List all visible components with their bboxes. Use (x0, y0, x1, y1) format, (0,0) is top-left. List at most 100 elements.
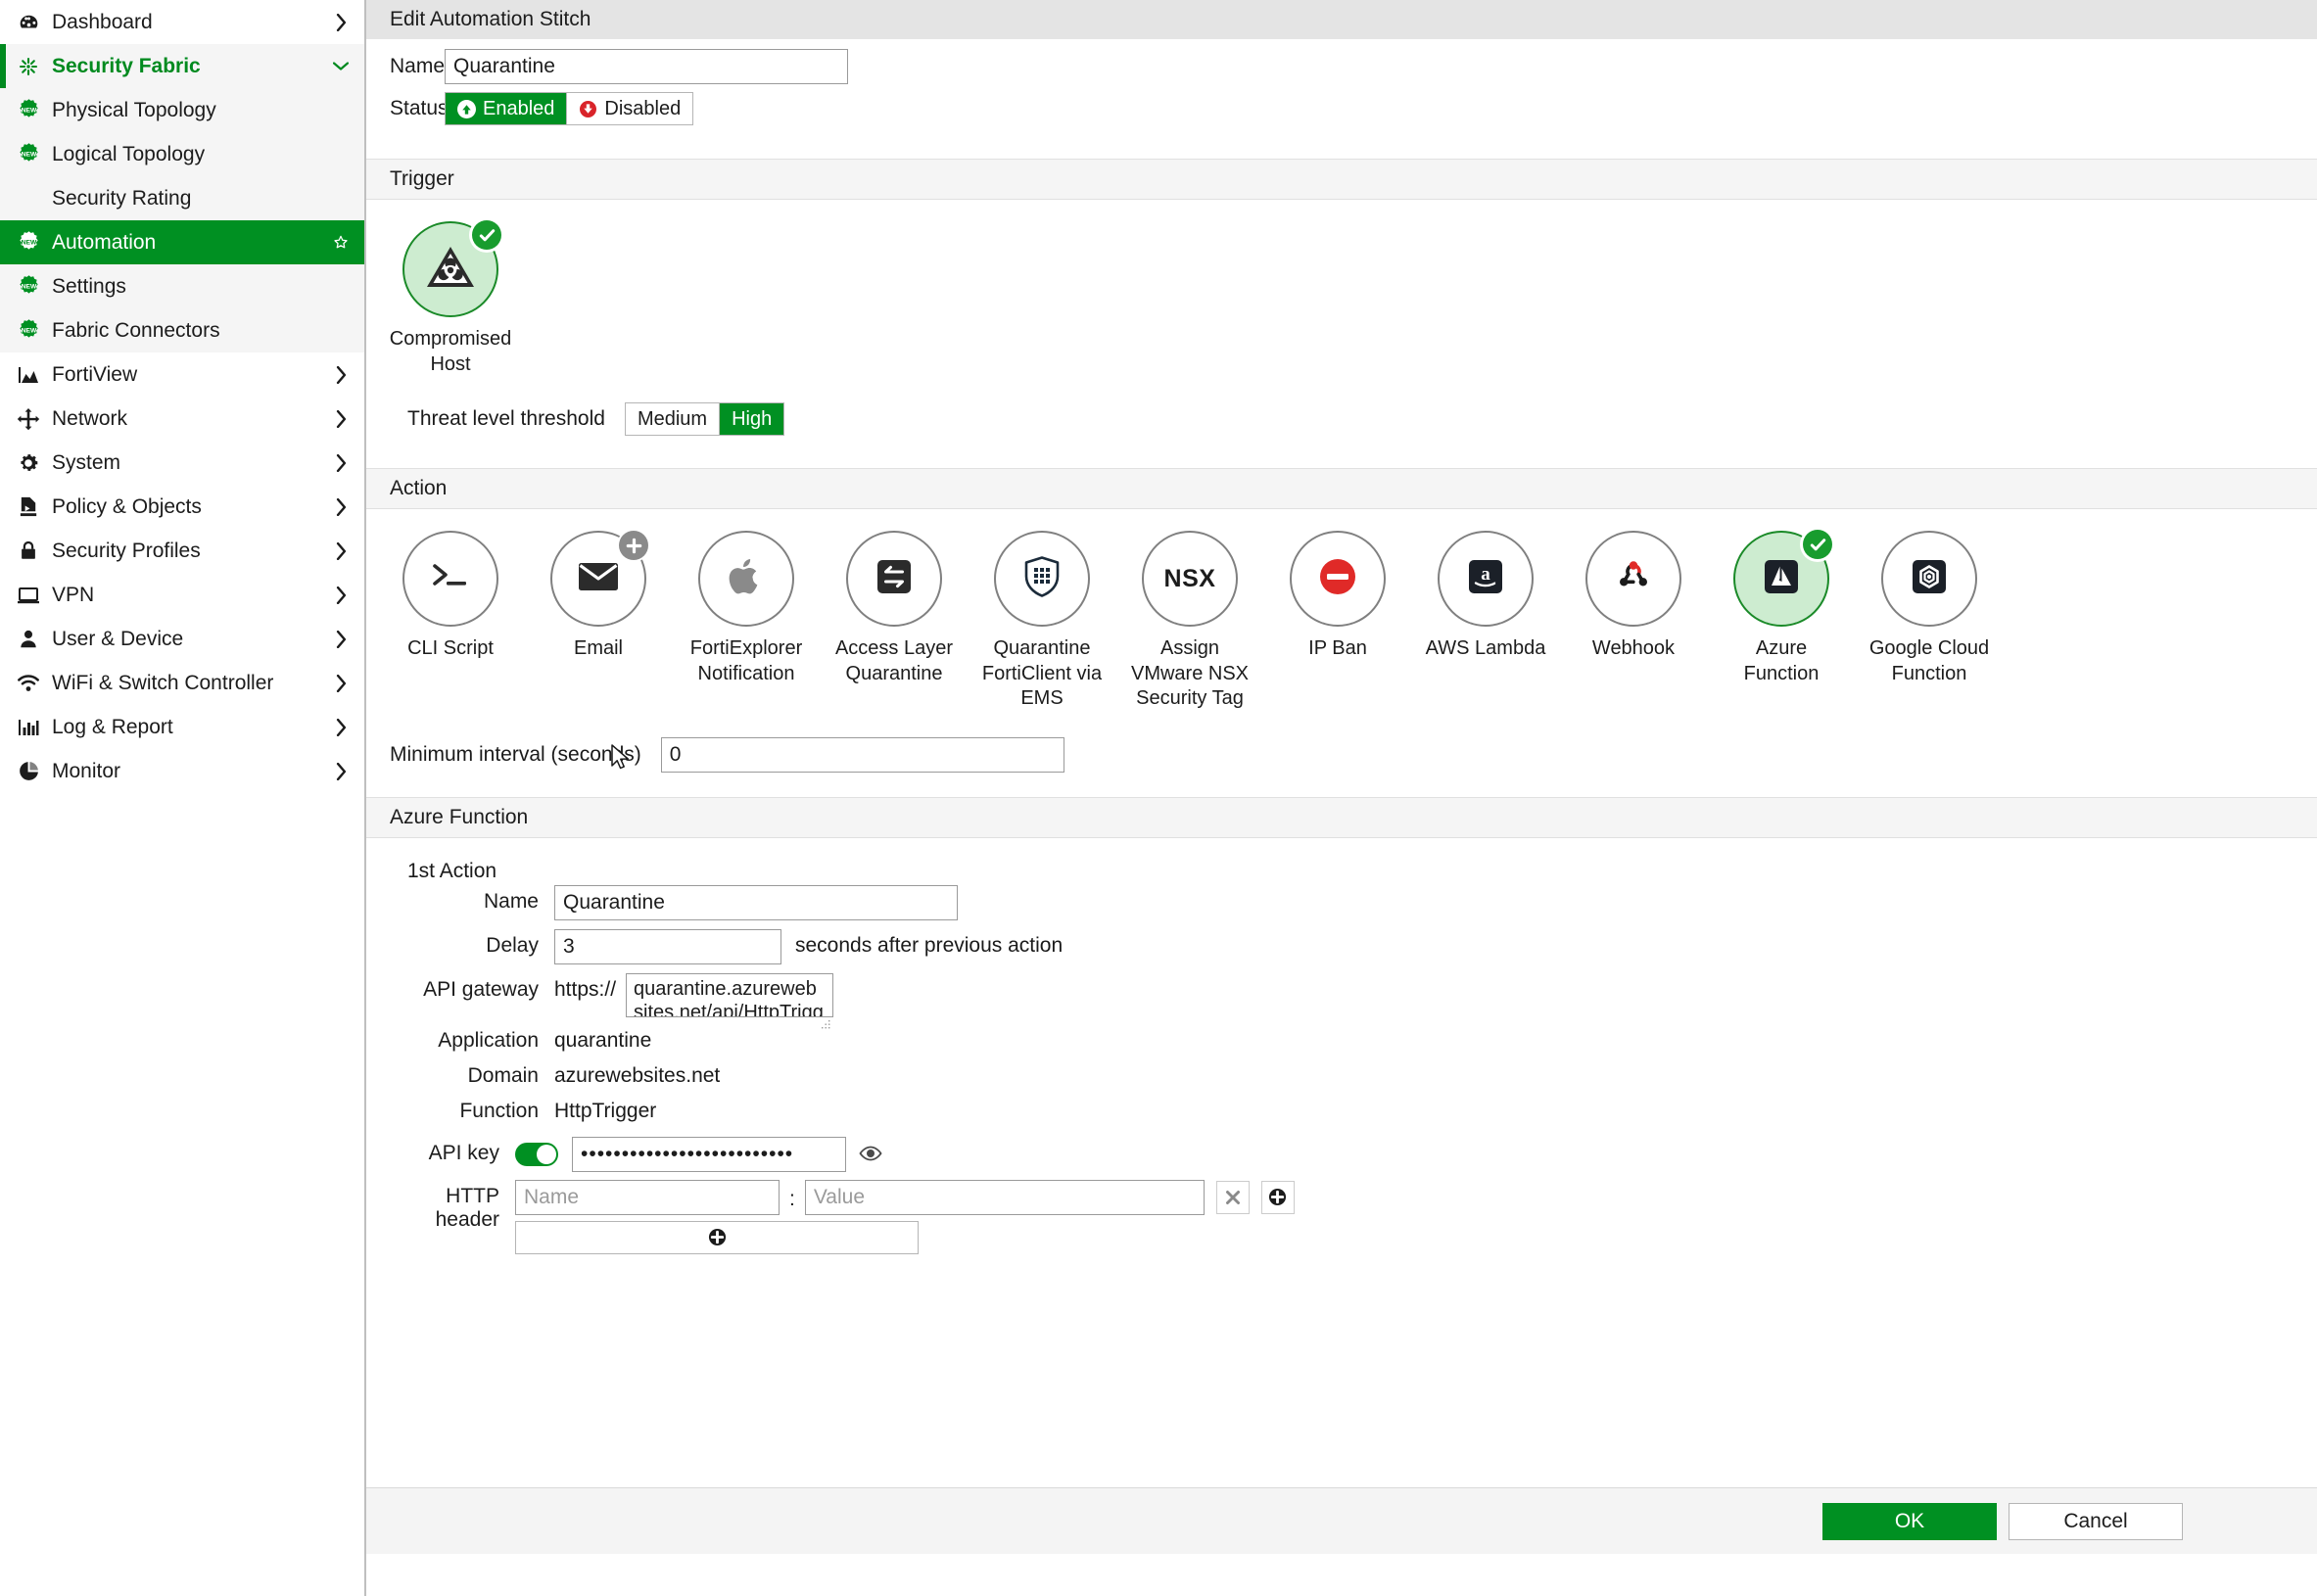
chevron-right-icon (333, 497, 349, 516)
sidebar-item-fabric-connectors[interactable]: NEW Fabric Connectors (0, 308, 364, 352)
sidebar-item-security-profiles[interactable]: Security Profiles (0, 529, 364, 573)
action-tile-label: Assign VMware NSX Security Tag (1130, 637, 1250, 710)
trigger-section-header: Trigger (366, 159, 2317, 200)
trigger-tile-compromised-host[interactable]: Compromised Host (389, 217, 512, 377)
sidebar-item-user-device[interactable]: User & Device (0, 617, 364, 661)
azure-domain-label: Domain (467, 1063, 539, 1087)
azure-api-gateway-textarea[interactable]: quarantine.azurewebsites.net/api/HttpTri… (626, 972, 834, 1017)
show-password-eye-icon[interactable] (858, 1143, 883, 1164)
http-header-value-input[interactable] (804, 1179, 1205, 1215)
sidebar-item-security-fabric[interactable]: Security Fabric (0, 44, 364, 88)
azure-delay-input[interactable] (554, 928, 781, 964)
action-tile-azure-function[interactable]: Azure Function (1721, 527, 1842, 686)
action-tile-circle (1585, 531, 1681, 628)
sidebar-item-system[interactable]: System (0, 441, 364, 485)
sidebar-item-label: Dashboard (52, 10, 153, 33)
sidebar-item-dashboard[interactable]: Dashboard (0, 0, 364, 44)
action-tile-email[interactable]: Email (538, 529, 659, 662)
edit-automation-stitch-dialog: Edit Automation Stitch Name Status Enabl… (366, 0, 2317, 1596)
sidebar-item-logical-topology[interactable]: NEW Logical Topology (0, 132, 364, 176)
action-tile-circle: a (1438, 531, 1534, 628)
svg-text:NEW: NEW (21, 108, 36, 115)
azure-function-value: HttpTrigger (554, 1099, 657, 1122)
sidebar-item-log-report[interactable]: Log & Report (0, 705, 364, 749)
sidebar-item-wifi-switch-controller[interactable]: WiFi & Switch Controller (0, 661, 364, 705)
add-http-header-button[interactable] (1260, 1180, 1295, 1214)
status-disabled-label: Disabled (604, 97, 682, 119)
action-tile-assign-vmware-nsx-security-tag[interactable]: NSX Assign VMware NSX Security Tag (1129, 531, 1251, 712)
sidebar-item-security-rating[interactable]: Security Rating (0, 176, 364, 220)
http-header-name-input[interactable] (515, 1179, 780, 1215)
chevron-right-icon (333, 762, 349, 780)
threat-level-threshold-row: Threat level threshold Medium High (366, 402, 2317, 437)
action-tile-cli-script[interactable]: CLI Script (390, 531, 511, 662)
action-tile-aws-lambda[interactable]: a AWS Lambda (1425, 531, 1546, 662)
threshold-option-medium[interactable]: Medium (625, 403, 721, 436)
action-selected-check-icon (1800, 527, 1835, 563)
api-key-toggle[interactable] (515, 1142, 558, 1166)
action-tile-circle (402, 531, 498, 628)
azure-function-section-header: Azure Function (366, 796, 2317, 838)
sidebar-item-monitor[interactable]: Monitor (0, 749, 364, 793)
azure-name-label: Name (483, 889, 539, 913)
sidebar-item-fortiview[interactable]: FortiView (0, 352, 364, 397)
remove-http-header-button[interactable] (1215, 1180, 1250, 1214)
gear-icon (14, 451, 43, 475)
pie-chart-icon (14, 760, 43, 783)
action-tile-fortiexplorer-notification[interactable]: FortiExplorer Notification (686, 531, 807, 686)
cancel-button[interactable]: Cancel (2009, 1502, 2183, 1540)
chevron-right-icon (333, 630, 349, 648)
status-disabled-option[interactable]: Disabled (567, 93, 693, 124)
action-tile-circle: NSX (1142, 531, 1238, 628)
first-action-label: 1st Action (407, 859, 497, 882)
add-http-header-row-button[interactable] (515, 1220, 919, 1254)
svg-text:NEW: NEW (21, 240, 36, 247)
name-row: Name (366, 49, 2317, 84)
action-tile-access-layer-quarantine[interactable]: Access Layer Quarantine (833, 531, 955, 686)
azure-domain-value: azurewebsites.net (554, 1063, 721, 1087)
stitch-name-input[interactable] (445, 49, 848, 84)
azure-name-input[interactable] (554, 884, 958, 920)
chevron-down-icon (333, 59, 349, 74)
azure-name-row: Name (366, 884, 2317, 920)
action-add-plus-icon[interactable] (617, 529, 650, 563)
dialog-footer: OK Cancel (366, 1487, 2317, 1554)
arrow-up-circle-icon (457, 99, 476, 118)
action-tile-webhook[interactable]: Webhook (1573, 531, 1694, 662)
sidebar-item-label: Logical Topology (52, 142, 206, 165)
status-toggle-group: Enabled Disabled (445, 92, 694, 125)
azure-icon (1763, 558, 1800, 600)
sidebar-item-automation[interactable]: NEW Automation (0, 220, 364, 264)
status-enabled-option[interactable]: Enabled (446, 93, 568, 124)
sidebar-item-settings[interactable]: NEW Settings (0, 264, 364, 308)
minimum-interval-input[interactable] (660, 736, 1064, 773)
azure-api-key-input[interactable] (572, 1136, 846, 1172)
azure-domain-row: Domain azurewebsites.net (366, 1064, 2317, 1094)
status-label: Status (390, 97, 449, 119)
user-icon (14, 628, 43, 651)
sidebar-item-network[interactable]: Network (0, 397, 364, 441)
favorite-star-icon[interactable] (333, 235, 349, 251)
action-tile-google-cloud-function[interactable]: Google Cloud Function (1868, 531, 1990, 686)
new-badge-icon: NEW (14, 143, 43, 166)
action-tile-label: CLI Script (407, 637, 494, 660)
status-enabled-label: Enabled (483, 97, 555, 119)
svg-text:NEW: NEW (21, 284, 36, 291)
azure-api-gateway-scheme: https:// (554, 977, 617, 1001)
nsx-text-icon: NSX (1163, 564, 1216, 592)
sidebar-item-physical-topology[interactable]: NEW Physical Topology (0, 88, 364, 132)
action-tile-label: Azure Function (1743, 637, 1820, 684)
azure-application-value: quarantine (554, 1028, 652, 1052)
threshold-option-high[interactable]: High (720, 403, 784, 436)
trigger-tile-label: Compromised Host (389, 328, 512, 375)
ok-button[interactable]: OK (1822, 1502, 1997, 1540)
sidebar-item-policy-objects[interactable]: Policy & Objects (0, 485, 364, 529)
action-tile-ip-ban[interactable]: IP Ban (1277, 531, 1398, 662)
azure-api-gateway-row: API gateway https:// quarantine.azureweb… (366, 972, 2317, 1029)
fortiview-icon (14, 363, 43, 387)
action-section-header: Action (366, 468, 2317, 510)
sidebar-item-label: Log & Report (52, 715, 173, 738)
chevron-right-icon (333, 674, 349, 692)
action-tile-quarantine-forticlient-ems[interactable]: Quarantine FortiClient via EMS (981, 531, 1103, 712)
sidebar-item-vpn[interactable]: VPN (0, 573, 364, 617)
